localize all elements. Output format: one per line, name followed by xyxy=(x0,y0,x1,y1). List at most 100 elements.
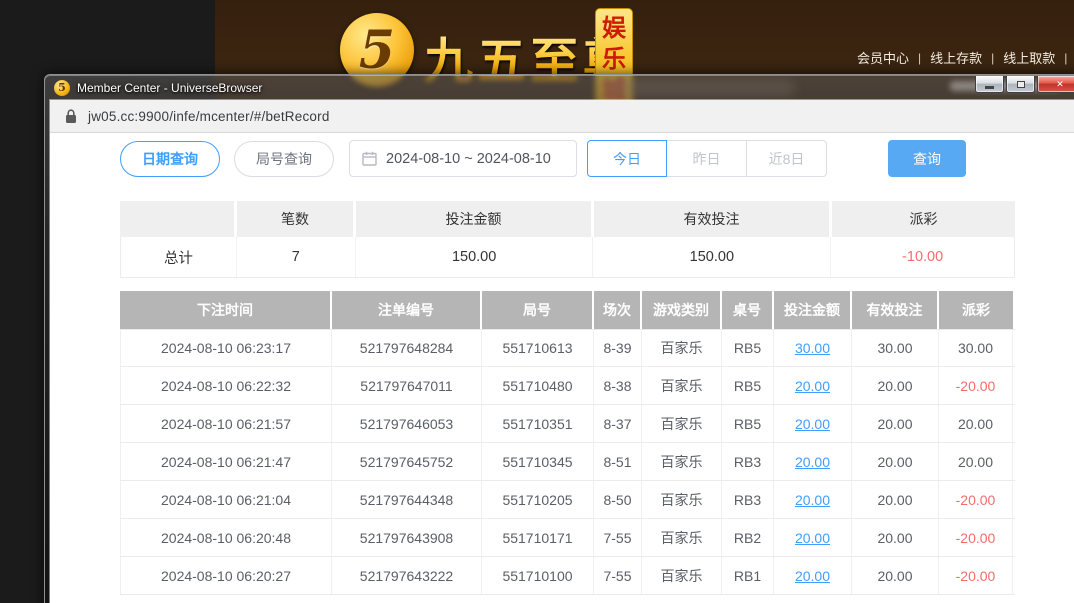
summary-header-count: 笔数 xyxy=(237,201,356,237)
cell-game-type: 百家乐 xyxy=(642,443,722,480)
header-bet-time: 下注时间 xyxy=(120,291,332,329)
cell-round-id: 551710171 xyxy=(482,519,594,556)
cell-game-type: 百家乐 xyxy=(642,481,722,518)
maximize-button[interactable] xyxy=(1006,76,1035,93)
bet-record-page: 日期查询 局号查询 2024-08-10 ~ 2024-08-10 今日 xyxy=(50,133,1074,595)
table-row: 2024-08-10 06:23:17521797648284551710613… xyxy=(120,329,1015,367)
cell-bet-id: 521797643908 xyxy=(332,519,482,556)
cell-round-id: 551710480 xyxy=(482,367,594,404)
cell-round-id: 551710613 xyxy=(482,330,594,366)
table-row: 2024-08-10 06:20:27521797643222551710100… xyxy=(120,557,1015,595)
cell-bet-amount: 20.00 xyxy=(774,367,852,404)
bet-table-body: 2024-08-10 06:23:17521797648284551710613… xyxy=(120,329,1015,595)
round-query-tab[interactable]: 局号查询 xyxy=(234,141,334,177)
cell-session: 8-38 xyxy=(594,367,642,404)
table-row: 2024-08-10 06:21:04521797644348551710205… xyxy=(120,481,1015,519)
bet-amount-link[interactable]: 20.00 xyxy=(795,492,830,508)
cell-bet-time: 2024-08-10 06:20:48 xyxy=(120,519,332,556)
glass-reflection xyxy=(605,79,795,97)
yesterday-button[interactable]: 昨日 xyxy=(667,140,747,177)
cell-table-no: RB5 xyxy=(722,330,774,366)
cell-payout: 20.00 xyxy=(939,443,1013,480)
screen: 5 九五至尊 娱 乐 城 会员中心 | 线上存款 | 线上取款 | 一 5 Me… xyxy=(0,0,1074,603)
table-row: 2024-08-10 06:22:32521797647011551710480… xyxy=(120,367,1015,405)
cell-payout: 20.00 xyxy=(939,405,1013,442)
cell-bet-amount: 30.00 xyxy=(774,330,852,366)
cell-table-no: RB3 xyxy=(722,481,774,518)
date-range-value: 2024-08-10 ~ 2024-08-10 xyxy=(386,151,551,167)
summary-header-valid-bet: 有效投注 xyxy=(594,201,832,237)
cell-bet-amount: 20.00 xyxy=(774,557,852,594)
cell-table-no: RB2 xyxy=(722,519,774,556)
window-titlebar[interactable]: 5 Member Center - UniverseBrowser ✕ xyxy=(45,75,1074,100)
last-8-days-button[interactable]: 近8日 xyxy=(747,140,827,177)
table-row: 2024-08-10 06:21:47521797645752551710345… xyxy=(120,443,1015,481)
search-button[interactable]: 查询 xyxy=(888,140,966,177)
cell-bet-amount: 20.00 xyxy=(774,443,852,480)
header-table-no: 桌号 xyxy=(722,291,774,329)
date-query-tab[interactable]: 日期查询 xyxy=(120,141,220,177)
window-controls: ✕ xyxy=(975,75,1074,100)
cell-payout: -20.00 xyxy=(939,557,1013,594)
calendar-icon xyxy=(362,151,377,166)
header-round-id: 局号 xyxy=(482,291,594,329)
cell-bet-id: 521797645752 xyxy=(332,443,482,480)
window-title: Member Center - UniverseBrowser xyxy=(77,81,262,95)
bet-amount-link[interactable]: 30.00 xyxy=(795,340,830,356)
url-bar[interactable]: jw05.cc:9900/infe/mcenter/#/betRecord xyxy=(50,100,1074,133)
window-app-icon: 5 xyxy=(54,80,70,96)
lock-icon xyxy=(65,109,77,123)
cell-valid-bet: 20.00 xyxy=(852,557,939,594)
bet-amount-link[interactable]: 20.00 xyxy=(795,530,830,546)
cell-round-id: 551710351 xyxy=(482,405,594,442)
cell-session: 7-55 xyxy=(594,519,642,556)
cell-table-no: RB5 xyxy=(722,405,774,442)
cell-valid-bet: 20.00 xyxy=(852,443,939,480)
cell-round-id: 551710205 xyxy=(482,481,594,518)
cell-game-type: 百家乐 xyxy=(642,367,722,404)
cell-valid-bet: 20.00 xyxy=(852,405,939,442)
cell-session: 8-51 xyxy=(594,443,642,480)
summary-total-label: 总计 xyxy=(121,237,237,277)
header-payout: 派彩 xyxy=(939,291,1013,329)
close-button[interactable]: ✕ xyxy=(1037,76,1074,93)
header-game-type: 游戏类别 xyxy=(642,291,722,329)
cell-payout: -20.00 xyxy=(939,519,1013,556)
today-button[interactable]: 今日 xyxy=(587,140,667,177)
filter-bar: 日期查询 局号查询 2024-08-10 ~ 2024-08-10 今日 xyxy=(120,140,1074,177)
date-range-input[interactable]: 2024-08-10 ~ 2024-08-10 xyxy=(349,140,577,177)
bet-amount-link[interactable]: 20.00 xyxy=(795,568,830,584)
nav-online-withdraw[interactable]: 线上取款 xyxy=(1003,48,1055,67)
maximize-icon xyxy=(1017,81,1025,88)
minimize-button[interactable] xyxy=(975,76,1004,93)
cell-game-type: 百家乐 xyxy=(642,405,722,442)
nav-member-center[interactable]: 会员中心 xyxy=(857,48,909,67)
cell-valid-bet: 20.00 xyxy=(852,367,939,404)
cell-bet-id: 521797648284 xyxy=(332,330,482,366)
summary-valid-bet-value: 150.00 xyxy=(593,237,831,277)
cell-bet-id: 521797646053 xyxy=(332,405,482,442)
cell-game-type: 百家乐 xyxy=(642,557,722,594)
bet-amount-link[interactable]: 20.00 xyxy=(795,454,830,470)
cell-table-no: RB1 xyxy=(722,557,774,594)
url-text: jw05.cc:9900/infe/mcenter/#/betRecord xyxy=(88,109,330,124)
cell-bet-id: 521797643222 xyxy=(332,557,482,594)
summary-bet-amount-value: 150.00 xyxy=(356,237,594,277)
table-row: 2024-08-10 06:20:48521797643908551710171… xyxy=(120,519,1015,557)
cell-session: 7-55 xyxy=(594,557,642,594)
table-row: 2024-08-10 06:21:57521797646053551710351… xyxy=(120,405,1015,443)
cell-payout: -20.00 xyxy=(939,367,1013,404)
summary-count-value: 7 xyxy=(237,237,356,277)
badge-char: 娱 xyxy=(602,14,626,43)
cell-session: 8-39 xyxy=(594,330,642,366)
bet-amount-link[interactable]: 20.00 xyxy=(795,378,830,394)
cell-payout: 30.00 xyxy=(939,330,1013,366)
cell-bet-time: 2024-08-10 06:22:32 xyxy=(120,367,332,404)
minimize-icon xyxy=(985,86,994,89)
summary-header-blank xyxy=(120,201,237,237)
nav-separator: | xyxy=(1064,51,1067,65)
nav-online-deposit[interactable]: 线上存款 xyxy=(930,48,982,67)
cell-bet-amount: 20.00 xyxy=(774,519,852,556)
badge-char: 乐 xyxy=(602,45,626,74)
bet-amount-link[interactable]: 20.00 xyxy=(795,416,830,432)
